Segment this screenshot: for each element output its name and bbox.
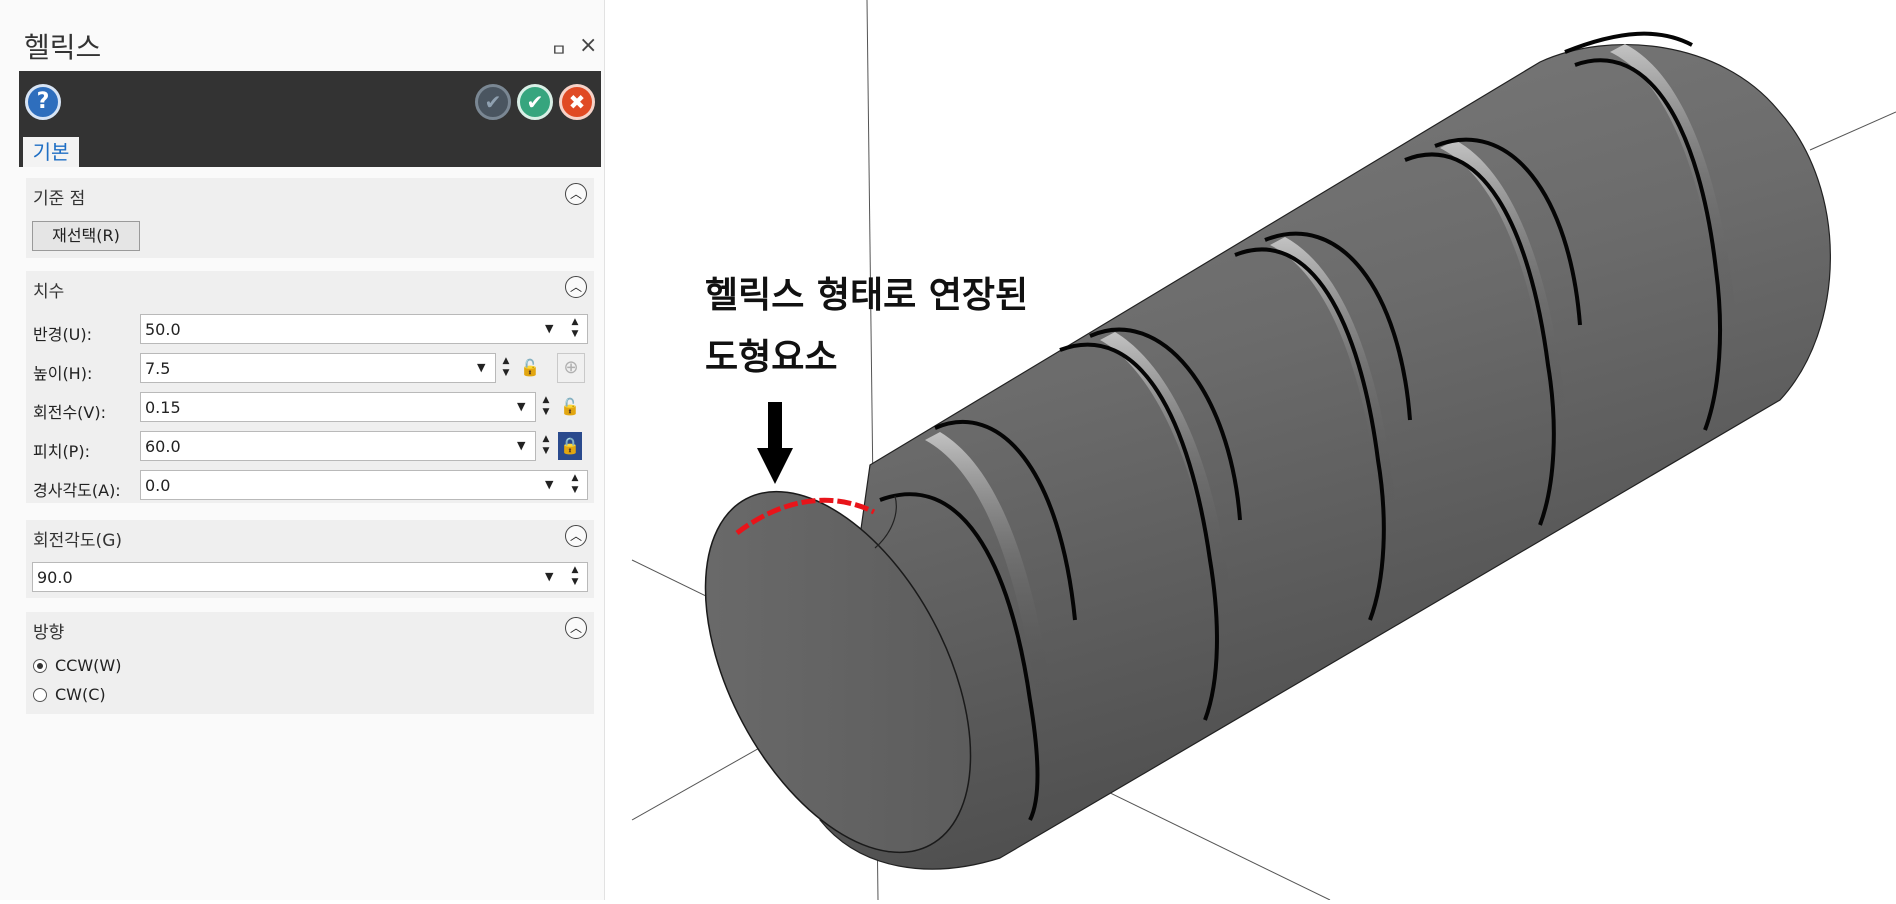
taper-angle-value: 0.0 bbox=[145, 476, 171, 495]
section-title: 회전각도(G) bbox=[33, 531, 122, 551]
chevron-up-icon[interactable]: ︿ bbox=[565, 525, 587, 547]
dropdown-arrow-icon[interactable]: ▼ bbox=[517, 400, 525, 413]
3d-viewport[interactable]: 헬릭스 형태로 연장된 도형요소 bbox=[605, 0, 1896, 901]
spin-icon[interactable]: ▲ ▼ bbox=[540, 433, 552, 459]
crosshair-icon[interactable]: ⊕ bbox=[557, 353, 585, 383]
cw-radio[interactable] bbox=[33, 688, 47, 702]
ccw-radio[interactable] bbox=[33, 659, 47, 673]
section-rotation-angle: 회전각도(G) ︿ 90.0 ▼ ▲ ▼ bbox=[26, 520, 594, 598]
reselect-button[interactable]: 재선택(R) bbox=[32, 221, 140, 251]
dropdown-arrow-icon[interactable]: ▼ bbox=[545, 570, 553, 583]
tab-basic[interactable]: 기본 bbox=[23, 137, 79, 167]
section-direction: 방향 ︿ CCW(W) CW(C) bbox=[26, 612, 594, 714]
close-icon[interactable]: × bbox=[579, 33, 597, 58]
chevron-up-icon[interactable]: ︿ bbox=[565, 183, 587, 205]
radius-input[interactable]: 50.0 ▼ ▲ ▼ bbox=[140, 314, 588, 344]
rotation-angle-value: 90.0 bbox=[37, 568, 73, 587]
height-input[interactable]: 7.5 ▼ bbox=[140, 353, 496, 383]
dropdown-arrow-icon[interactable]: ▼ bbox=[477, 361, 485, 374]
radius-value: 50.0 bbox=[145, 320, 181, 339]
section-reference-point: 기준 점 ︿ 재선택(R) bbox=[26, 178, 594, 258]
lock-icon[interactable]: 🔒 bbox=[558, 432, 582, 460]
cancel-x-icon[interactable]: ✖ bbox=[559, 84, 595, 120]
section-title: 기준 점 bbox=[33, 189, 86, 209]
height-label: 높이(H): bbox=[33, 364, 93, 383]
spin-icon[interactable]: ▲ ▼ bbox=[569, 564, 581, 590]
spin-icon[interactable]: ▲ ▼ bbox=[500, 355, 512, 381]
pitch-input[interactable]: 60.0 ▼ bbox=[140, 431, 536, 461]
pitch-value: 60.0 bbox=[145, 437, 181, 456]
section-title: 치수 bbox=[33, 282, 65, 302]
section-title: 방향 bbox=[33, 623, 65, 643]
cw-label: CW(C) bbox=[55, 685, 106, 704]
chevron-up-icon[interactable]: ︿ bbox=[565, 617, 587, 639]
annotation-arrow bbox=[757, 398, 793, 484]
apply-check-icon[interactable]: ✔ bbox=[475, 84, 511, 120]
help-icon[interactable]: ? bbox=[25, 84, 61, 120]
turns-label: 회전수(V): bbox=[33, 403, 106, 422]
dropdown-arrow-icon[interactable]: ▼ bbox=[545, 478, 553, 491]
helix-cylinder-view bbox=[631, 0, 1896, 901]
rotation-angle-input[interactable]: 90.0 ▼ ▲ ▼ bbox=[32, 562, 588, 592]
spin-icon[interactable]: ▲ ▼ bbox=[540, 394, 552, 420]
pin-icon[interactable]: ㅁ bbox=[551, 36, 567, 61]
annotation-line-2: 도형요소 bbox=[705, 337, 838, 378]
spin-icon[interactable]: ▲ ▼ bbox=[569, 472, 581, 498]
radius-label: 반경(U): bbox=[33, 325, 93, 344]
height-value: 7.5 bbox=[145, 359, 171, 378]
section-dimensions: 치수 ︿ 반경(U): 50.0 ▼ ▲ ▼ 높이(H): 7.5 ▼ ▲ ▼ 🔓 … bbox=[26, 271, 594, 503]
panel-toolbar: ? ✔ ✔ ✖ 기본 bbox=[19, 71, 601, 167]
ccw-label: CCW(W) bbox=[55, 656, 122, 675]
dropdown-arrow-icon[interactable]: ▼ bbox=[517, 439, 525, 452]
taper-angle-input[interactable]: 0.0 ▼ ▲ ▼ bbox=[140, 470, 588, 500]
spin-icon[interactable]: ▲ ▼ bbox=[569, 316, 581, 342]
cylinder-body bbox=[819, 44, 1831, 870]
ok-check-icon[interactable]: ✔ bbox=[517, 84, 553, 120]
dropdown-arrow-icon[interactable]: ▼ bbox=[545, 322, 553, 335]
annotation-line-1: 헬릭스 형태로 연장된 bbox=[705, 275, 1029, 316]
taper-angle-label: 경사각도(A): bbox=[33, 481, 121, 500]
helix-property-panel: 헬릭스 ㅁ × ? ✔ ✔ ✖ 기본 기준 점 ︿ 재선택(R) 치수 ︿ 반경… bbox=[0, 0, 605, 900]
chevron-up-icon[interactable]: ︿ bbox=[565, 276, 587, 298]
pitch-label: 피치(P): bbox=[33, 442, 90, 461]
turns-input[interactable]: 0.15 ▼ bbox=[140, 392, 536, 422]
lock-icon[interactable]: 🔓 bbox=[518, 354, 542, 382]
turns-value: 0.15 bbox=[145, 398, 181, 417]
lock-icon[interactable]: 🔓 bbox=[558, 393, 582, 421]
panel-title: 헬릭스 bbox=[24, 31, 102, 64]
